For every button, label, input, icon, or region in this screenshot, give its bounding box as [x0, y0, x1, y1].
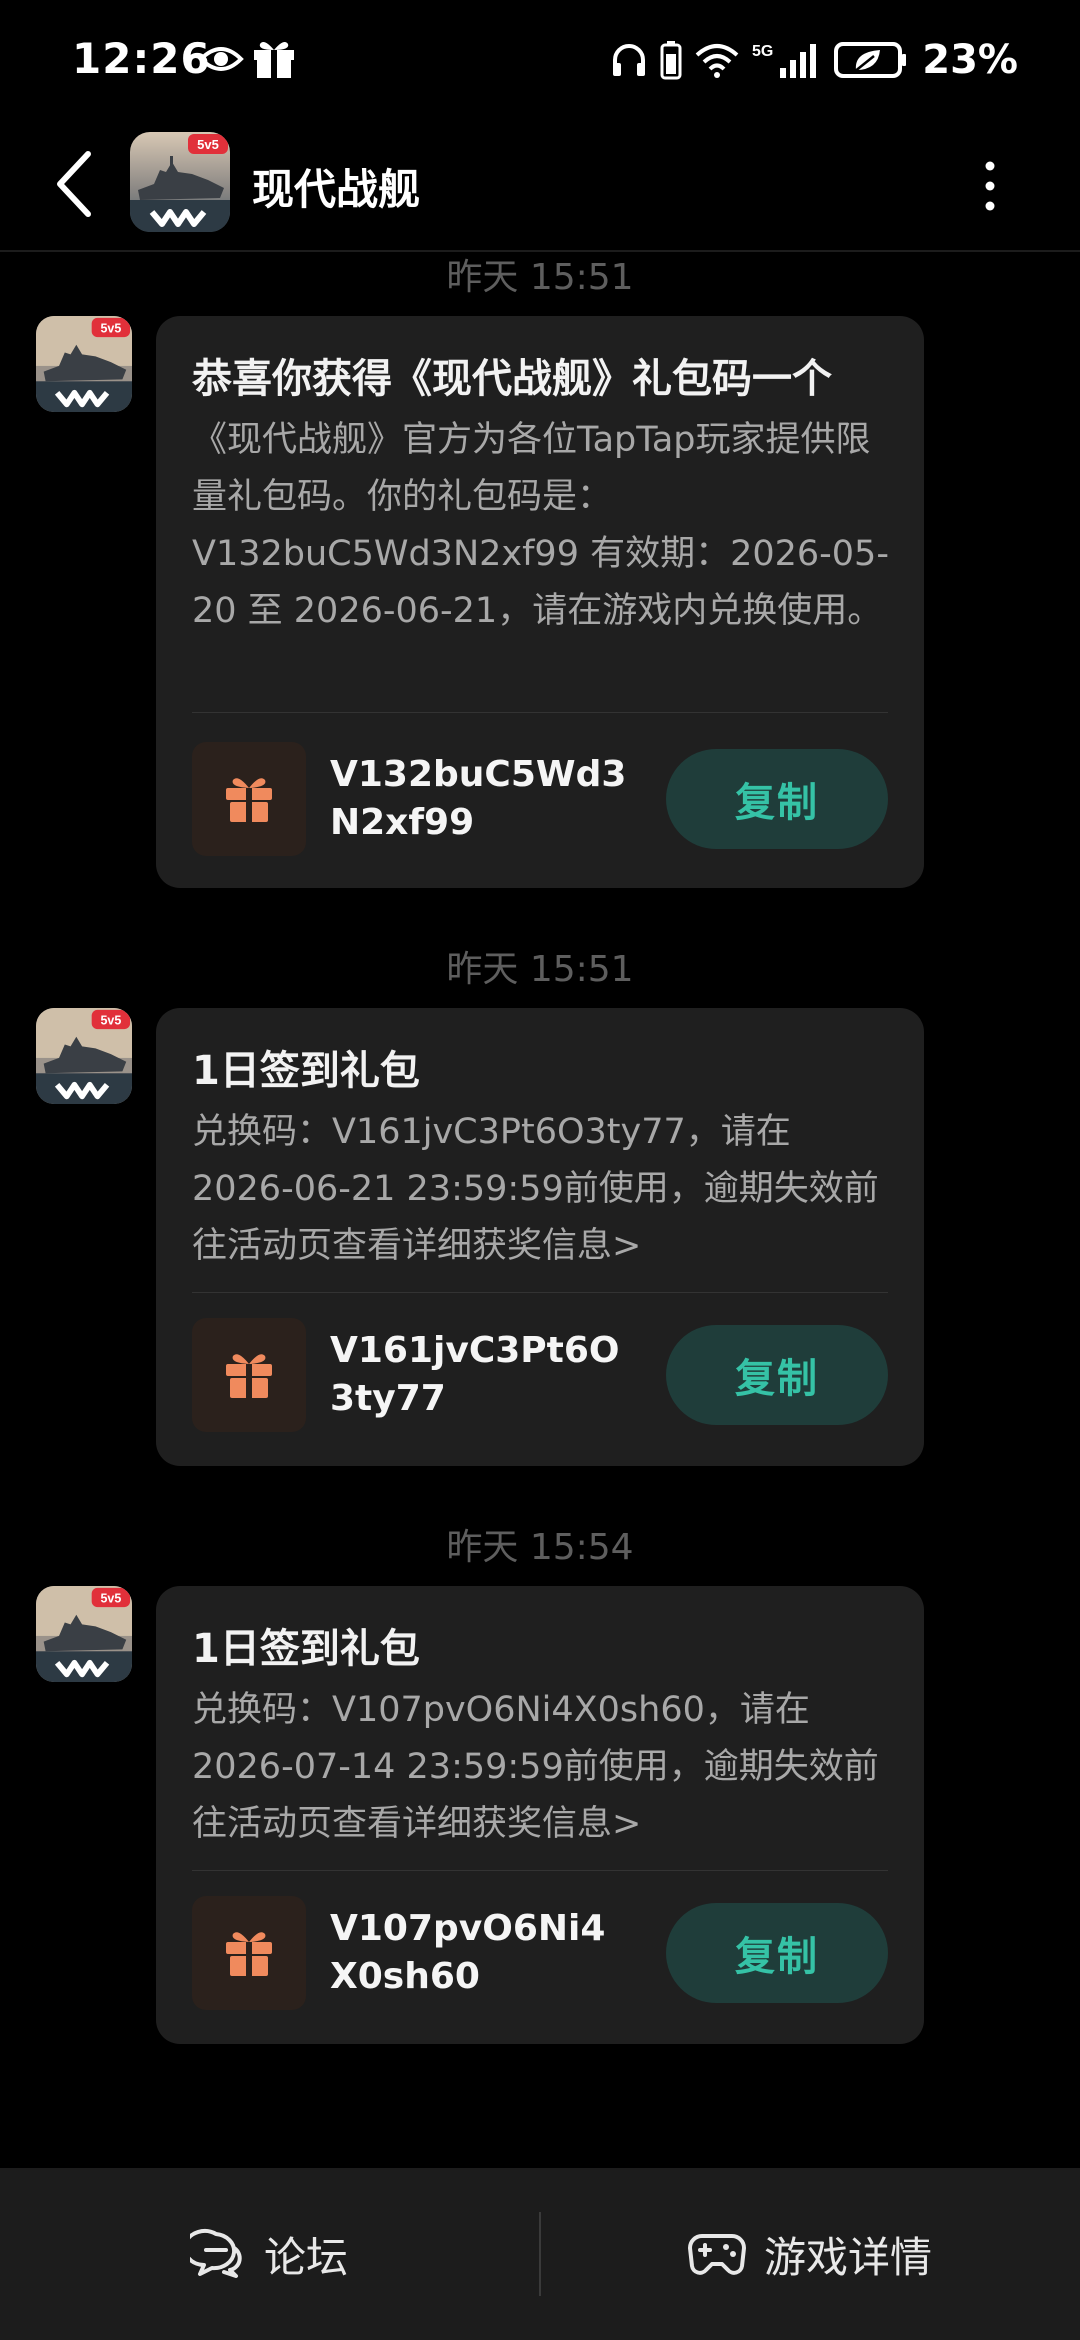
- gift-status-icon: [254, 42, 294, 78]
- app-badge: 5v5: [197, 137, 219, 152]
- battery-small-icon: [660, 41, 682, 80]
- divider: [192, 1870, 888, 1871]
- more-options-icon[interactable]: [970, 156, 1010, 216]
- gamepad-icon: [688, 2234, 746, 2275]
- divider: [192, 712, 888, 713]
- svg-text:5G: 5G: [752, 43, 773, 60]
- message-title: 1日签到礼包: [192, 1048, 420, 1094]
- message-title: 1日签到礼包: [192, 1626, 420, 1672]
- gift-tile: [192, 1896, 306, 2010]
- status-bar: 12:26 5G 23%: [0, 0, 1080, 118]
- status-time: 12:26: [72, 34, 211, 83]
- message-bubble: 恭喜你获得《现代战舰》礼包码一个 《现代战舰》官方为各位TapTap玩家提供限量…: [156, 316, 924, 888]
- game-app-icon[interactable]: 5v5: [130, 132, 230, 232]
- cellular-signal-icon: 5G: [752, 43, 817, 78]
- sender-avatar[interactable]: 5v5: [36, 1586, 132, 1682]
- copy-button[interactable]: 复制: [666, 1325, 888, 1425]
- battery-icon: [834, 42, 907, 78]
- message-timestamp: 昨天 15:51: [446, 257, 634, 298]
- message-body: 《现代战舰》官方为各位TapTap玩家提供限量礼包码。你的礼包码是：V132bu…: [192, 420, 889, 631]
- forum-label: 论坛: [264, 2232, 349, 2282]
- forum-icon: [190, 2229, 242, 2278]
- wifi-icon: [695, 44, 739, 78]
- gift-code: V161jvC3Pt6O3ty77: [330, 1330, 620, 1419]
- gift-icon: [226, 778, 272, 822]
- gift-tile: [192, 742, 306, 856]
- message-timestamp: 昨天 15:51: [446, 949, 634, 990]
- message-body: 兑换码：V107pvO6Ni4X0sh60，请在2026-07-14 23:59…: [192, 1690, 879, 1844]
- avatar-badge: 5v5: [100, 1591, 121, 1605]
- gift-tile: [192, 1318, 306, 1432]
- chat-title: 现代战舰: [252, 165, 421, 214]
- sender-avatar[interactable]: 5v5: [36, 1008, 132, 1104]
- page: 12:26 5G 23% 5v5 现代战舰 昨天 15:51 5v5 恭喜你获得…: [0, 0, 1080, 2340]
- back-icon[interactable]: [46, 146, 106, 222]
- copy-button[interactable]: 复制: [666, 1903, 888, 2003]
- avatar-badge: 5v5: [100, 321, 121, 335]
- gift-code: V132buC5Wd3N2xf99: [330, 754, 627, 843]
- eye-icon: [198, 47, 244, 71]
- bottom-divider: [539, 2212, 541, 2296]
- headphones-icon: [613, 44, 646, 76]
- battery-percent: 23%: [922, 37, 1018, 83]
- game-detail-button[interactable]: 游戏详情: [688, 2168, 932, 2340]
- avatar-badge: 5v5: [100, 1013, 121, 1027]
- gift-icon: [226, 1932, 272, 1976]
- sender-avatar[interactable]: 5v5: [36, 316, 132, 412]
- message-title: 恭喜你获得《现代战舰》礼包码一个: [192, 356, 832, 402]
- gift-icon: [226, 1354, 272, 1398]
- message-bubble: 1日签到礼包 兑换码：V161jvC3Pt6O3ty77，请在2026-06-2…: [156, 1008, 924, 1466]
- game-detail-label: 游戏详情: [764, 2232, 933, 2282]
- chat-header: 5v5 现代战舰: [0, 118, 1080, 252]
- message-body: 兑换码：V161jvC3Pt6O3ty77，请在2026-06-21 23:59…: [192, 1112, 879, 1266]
- divider: [192, 1292, 888, 1293]
- gift-code: V107pvO6Ni4X0sh60: [330, 1908, 606, 1997]
- forum-button[interactable]: 论坛: [190, 2168, 348, 2340]
- bottom-bar: 论坛 游戏详情: [0, 2168, 1080, 2340]
- copy-button[interactable]: 复制: [666, 749, 888, 849]
- message-bubble: 1日签到礼包 兑换码：V107pvO6Ni4X0sh60，请在2026-07-1…: [156, 1586, 924, 2044]
- status-right: 5G 23%: [610, 36, 1018, 84]
- message-timestamp: 昨天 15:54: [446, 1527, 634, 1568]
